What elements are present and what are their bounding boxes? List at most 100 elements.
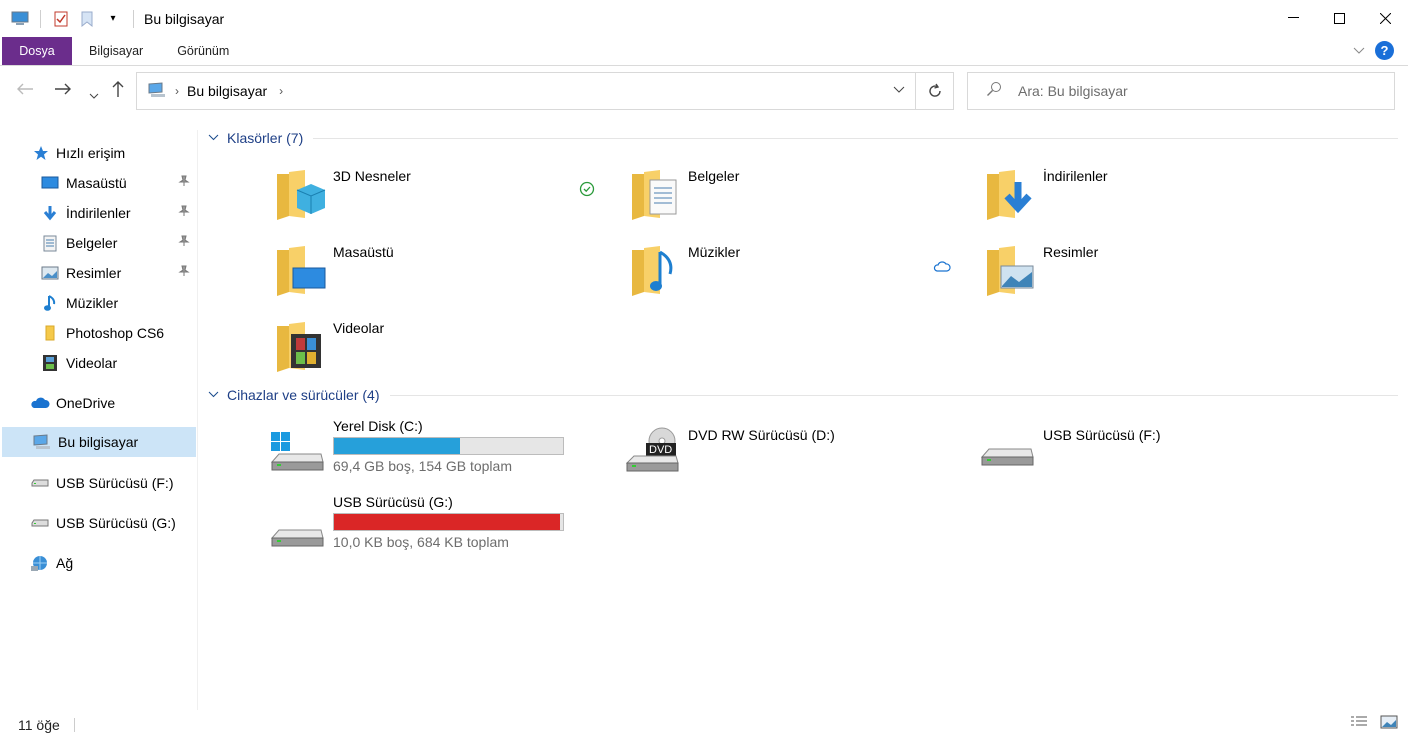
expand-ribbon-icon[interactable] [1353, 44, 1365, 58]
folder-documents[interactable]: Belgeler [630, 168, 970, 238]
drive-d[interactable]: DVD DVD RW Sürücüsü (D:) [625, 427, 966, 497]
dvd-drive-icon: DVD [625, 427, 682, 487]
address-history-icon[interactable] [893, 82, 905, 97]
separator [133, 9, 134, 28]
folder-icon [40, 325, 60, 341]
folder-videos[interactable]: Videolar [275, 320, 615, 390]
sidebar-item-photoshop[interactable]: Photoshop CS6 [40, 319, 164, 347]
tab-file[interactable]: Dosya [2, 37, 72, 65]
sidebar-item-label: Videolar [66, 355, 118, 371]
tab-view[interactable]: Görünüm [160, 37, 246, 65]
drive-usage-fill [334, 514, 560, 530]
star-icon [32, 145, 50, 161]
nav-quick-access-label: Hızlı erişim [56, 145, 126, 161]
chevron-down-icon[interactable] [208, 132, 219, 144]
folder-downloads[interactable]: İndirilenler [985, 168, 1325, 238]
drive-c[interactable]: Yerel Disk (C:) 69,4 GB boş, 154 GB topl… [270, 418, 611, 488]
usb-drive-icon [30, 518, 50, 528]
folder-name: İndirilenler [1043, 168, 1108, 184]
pictures-folder-icon [985, 244, 1041, 304]
folder-desktop[interactable]: Masaüstü [275, 244, 615, 314]
details-view-icon[interactable] [1350, 715, 1368, 732]
sidebar-item-pictures[interactable]: Resimler [40, 259, 121, 287]
chevron-down-icon[interactable] [208, 389, 219, 401]
recent-locations-icon[interactable] [89, 84, 99, 105]
drive-usage-fill [334, 438, 460, 454]
folder-name: Belgeler [688, 168, 740, 184]
pin-icon[interactable] [178, 205, 190, 220]
close-button[interactable] [1362, 0, 1408, 36]
breadcrumb-this-pc[interactable]: Bu bilgisayar [187, 83, 267, 99]
music-folder-icon [630, 244, 686, 304]
properties-icon[interactable] [51, 9, 71, 29]
nav-onedrive[interactable]: OneDrive [30, 389, 115, 417]
network-icon [30, 554, 50, 572]
drive-name: USB Sürücüsü (G:) [333, 494, 453, 510]
computer-icon [32, 434, 52, 450]
sidebar-item-desktop[interactable]: Masaüstü [40, 169, 127, 197]
search-icon [986, 81, 1002, 101]
folder-pictures[interactable]: Resimler [985, 244, 1325, 314]
sidebar-item-downloads[interactable]: İndirilenler [40, 199, 131, 227]
tab-computer[interactable]: Bilgisayar [72, 37, 160, 65]
folder-name: Resimler [1043, 244, 1099, 260]
drive-usage-bar [333, 513, 564, 531]
drive-f[interactable]: USB Sürücüsü (F:) [980, 427, 1321, 497]
help-icon[interactable]: ? [1375, 41, 1394, 60]
maximize-button[interactable] [1316, 0, 1362, 36]
up-icon[interactable] [111, 80, 125, 103]
nav-quick-access[interactable]: Hızlı erişim [32, 139, 125, 167]
videos-folder-icon [275, 320, 331, 380]
group-title: Klasörler (7) [227, 130, 304, 146]
breadcrumb-separator[interactable]: › [279, 84, 283, 98]
status-bar: 11 öğe [0, 710, 1408, 740]
address-bar[interactable]: › Bu bilgisayar › [136, 72, 954, 110]
folder-name: 3D Nesneler [333, 168, 411, 184]
search-placeholder[interactable]: Ara: Bu bilgisayar [1018, 83, 1128, 99]
refresh-button[interactable] [915, 73, 953, 109]
window-controls [1270, 0, 1408, 36]
folder-music[interactable]: Müzikler [630, 244, 970, 314]
sidebar-item-documents[interactable]: Belgeler [40, 229, 117, 257]
nav-this-pc-label: Bu bilgisayar [58, 434, 139, 450]
sidebar-item-videos[interactable]: Videolar [40, 349, 117, 377]
nav-network[interactable]: Ağ [30, 549, 73, 577]
minimize-button[interactable] [1270, 0, 1316, 36]
drive-g[interactable]: USB Sürücüsü (G:) 10,0 KB boş, 684 KB to… [270, 494, 611, 564]
nav-this-pc[interactable]: Bu bilgisayar [2, 427, 196, 457]
document-icon [40, 235, 60, 252]
forward-icon[interactable] [54, 80, 72, 101]
search-box[interactable]: Ara: Bu bilgisayar [967, 72, 1395, 110]
pin-icon[interactable] [178, 265, 190, 280]
ribbon: Dosya Bilgisayar Görünüm ? [0, 37, 1408, 66]
download-icon [40, 205, 60, 221]
pin-icon[interactable] [178, 175, 190, 190]
new-folder-icon[interactable] [77, 9, 97, 29]
video-icon [40, 354, 60, 372]
computer-icon[interactable] [10, 9, 30, 29]
drive-space: 10,0 KB boş, 684 KB toplam [333, 534, 509, 550]
breadcrumb-separator[interactable]: › [175, 84, 179, 98]
folder-3d-objects[interactable]: 3D Nesneler [275, 168, 615, 238]
nav-usb-g-label: USB Sürücüsü (G:) [56, 515, 176, 531]
cloud-status-icon [933, 259, 951, 275]
pin-icon[interactable] [178, 235, 190, 250]
nav-usb-g[interactable]: USB Sürücüsü (G:) [30, 509, 176, 537]
large-icons-view-icon[interactable] [1380, 715, 1398, 732]
sidebar-item-music[interactable]: Müzikler [40, 289, 118, 317]
sidebar-item-label: Müzikler [66, 295, 119, 311]
pictures-icon [40, 266, 60, 280]
back-icon[interactable] [16, 80, 34, 101]
divider [73, 718, 75, 732]
group-devices[interactable]: Cihazlar ve sürücüler (4) [208, 387, 1398, 403]
title-bar: ▾ Bu bilgisayar [0, 0, 1408, 37]
customize-toolbar-icon[interactable]: ▾ [103, 9, 123, 29]
usb-drive-icon [980, 427, 1037, 487]
window-title: Bu bilgisayar [144, 10, 225, 27]
nav-usb-f[interactable]: USB Sürücüsü (F:) [30, 469, 173, 497]
3d-objects-folder-icon [275, 168, 331, 228]
synced-check-icon [579, 181, 595, 200]
group-folders[interactable]: Klasörler (7) [208, 130, 1398, 146]
nav-network-label: Ağ [56, 555, 74, 571]
documents-folder-icon [630, 168, 686, 228]
